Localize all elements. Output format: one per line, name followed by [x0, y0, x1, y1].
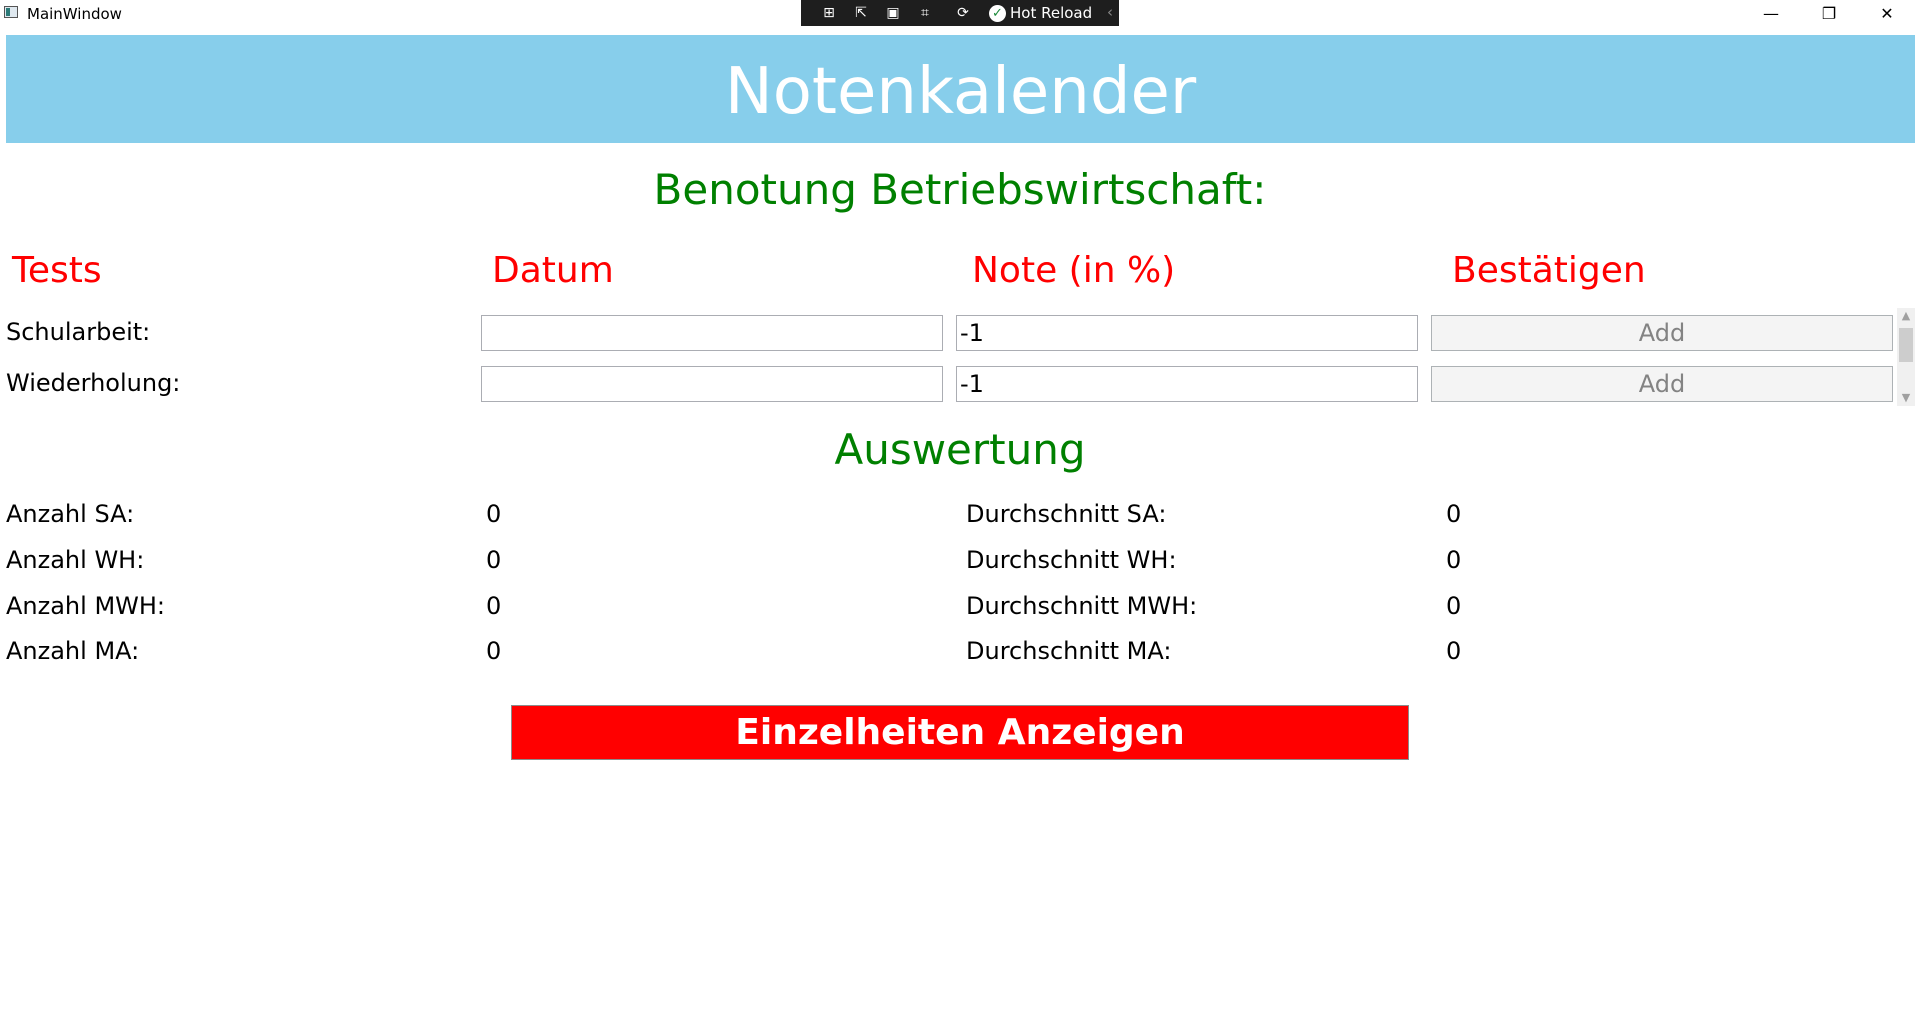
row-label-wiederholung: Wiederholung: — [6, 369, 181, 397]
display-layout-adorners-icon[interactable]: ▣ — [883, 4, 903, 22]
count-label-mwh: Anzahl MWH: — [6, 592, 166, 620]
window-titlebar: MainWindow ⊞ ⇱ ▣ ⌗ ⟳ ✓ Hot Reload ‹ — ❐ … — [0, 0, 1920, 28]
average-value-wh: 0 — [1446, 546, 1462, 574]
grading-heading: Benotung Betriebswirtschaft: — [653, 165, 1267, 214]
count-label-ma: Anzahl MA: — [6, 637, 140, 665]
count-value-sa: 0 — [486, 500, 502, 528]
hot-reload-status[interactable]: ✓ Hot Reload — [989, 2, 1092, 24]
schularbeit-date-input[interactable] — [481, 315, 943, 351]
average-value-mwh: 0 — [1446, 592, 1462, 620]
average-label-ma: Durchschnitt MA: — [966, 637, 1172, 665]
xaml-devtools-toolbar: ⊞ ⇱ ▣ ⌗ ⟳ ✓ Hot Reload ‹ — [801, 0, 1119, 26]
count-label-wh: Anzahl WH: — [6, 546, 145, 574]
average-label-mwh: Durchschnitt MWH: — [966, 592, 1198, 620]
average-label-sa: Durchschnitt SA: — [966, 500, 1167, 528]
app-icon — [4, 6, 18, 18]
schularbeit-add-button[interactable]: Add — [1431, 315, 1893, 351]
hot-reload-label: Hot Reload — [1010, 4, 1093, 22]
column-header-date: Datum — [492, 250, 614, 291]
evaluation-heading: Auswertung — [834, 425, 1086, 474]
average-value-ma: 0 — [1446, 637, 1462, 665]
scroll-up-icon[interactable]: ▲ — [1897, 308, 1915, 324]
vertical-scrollbar[interactable]: ▲ ▼ — [1897, 308, 1915, 406]
average-label-wh: Durchschnitt WH: — [966, 546, 1177, 574]
show-details-button[interactable]: Einzelheiten Anzeigen — [511, 705, 1409, 760]
scroll-down-icon[interactable]: ▼ — [1897, 390, 1915, 406]
binding-failures-icon[interactable]: ⟳ — [953, 4, 973, 22]
minimize-button[interactable]: — — [1742, 0, 1800, 28]
column-header-confirm: Bestätigen — [1452, 250, 1646, 291]
scroll-thumb[interactable] — [1899, 328, 1913, 362]
row-label-schularbeit: Schularbeit: — [6, 318, 151, 346]
header-banner: Notenkalender — [6, 35, 1915, 143]
restore-button[interactable]: ❐ — [1800, 0, 1858, 28]
schularbeit-grade-input[interactable] — [956, 315, 1418, 351]
window-title: MainWindow — [27, 5, 122, 23]
collapse-toolbar-icon[interactable]: ‹ — [1107, 3, 1113, 21]
column-header-grade: Note (in %) — [972, 250, 1176, 291]
wiederholung-date-input[interactable] — [481, 366, 943, 402]
average-value-sa: 0 — [1446, 500, 1462, 528]
live-visual-tree-icon[interactable]: ⊞ — [819, 4, 839, 22]
count-value-wh: 0 — [486, 546, 502, 574]
check-icon: ✓ — [989, 4, 1006, 22]
column-header-tests: Tests — [12, 250, 102, 291]
app-title: Notenkalender — [724, 55, 1197, 129]
count-label-sa: Anzahl SA: — [6, 500, 135, 528]
count-value-mwh: 0 — [486, 592, 502, 620]
select-element-icon[interactable]: ⇱ — [851, 4, 871, 22]
count-value-ma: 0 — [486, 637, 502, 665]
track-focus-icon[interactable]: ⌗ — [915, 4, 935, 22]
close-button[interactable]: ✕ — [1858, 0, 1916, 28]
wiederholung-grade-input[interactable] — [956, 366, 1418, 402]
wiederholung-add-button[interactable]: Add — [1431, 366, 1893, 402]
